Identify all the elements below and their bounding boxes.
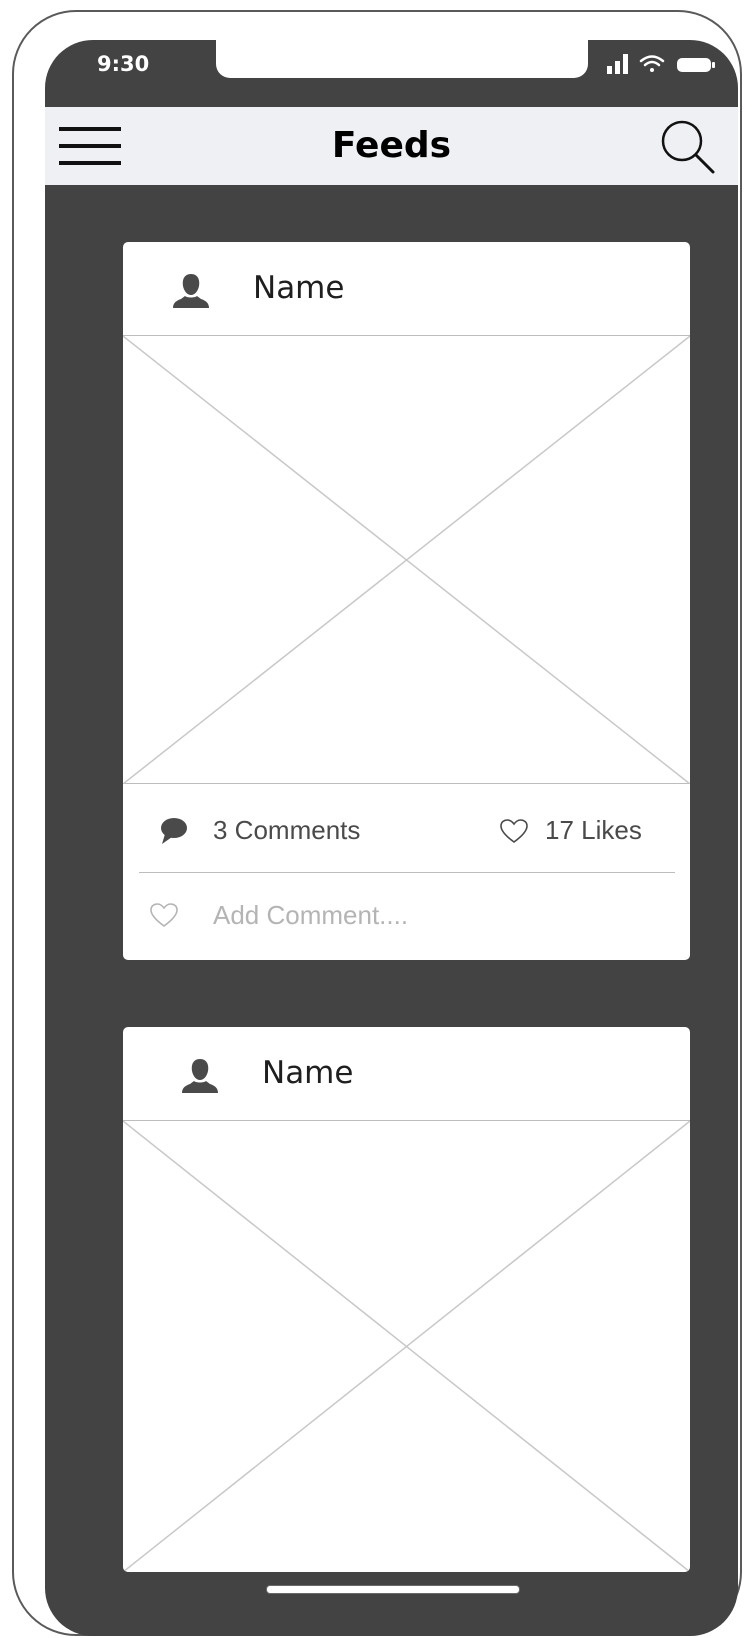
user-icon[interactable]: [171, 272, 211, 312]
status-time: 9:30: [97, 52, 150, 76]
comments-count-link[interactable]: 3 Comments: [213, 813, 360, 847]
status-icons: [605, 52, 725, 76]
post-stats-row: 3 Comments 17 Likes: [139, 785, 675, 873]
status-icons-svg: [607, 54, 715, 74]
search-icon[interactable]: [660, 119, 716, 175]
post-card: Name 3 Comments 17 Likes Add Comment....: [123, 242, 690, 960]
post-author-name[interactable]: Name: [253, 268, 344, 308]
add-comment-row: [123, 873, 690, 960]
menu-icon[interactable]: [59, 125, 123, 167]
post-image-placeholder[interactable]: [123, 335, 690, 785]
comment-icon[interactable]: [159, 817, 189, 845]
signal-icon: [607, 54, 628, 74]
heart-icon[interactable]: [499, 818, 529, 844]
heart-icon[interactable]: [149, 902, 179, 928]
likes-count-link[interactable]: 17 Likes: [545, 813, 642, 847]
battery-icon: [677, 58, 715, 72]
post-header: Name: [123, 1027, 690, 1121]
post-author-name[interactable]: Name: [262, 1053, 353, 1093]
phone-screen: 9:30 Feeds Name 3 Comments 17 Likes Add …: [45, 40, 738, 1636]
wifi-icon: [639, 55, 665, 72]
user-icon[interactable]: [180, 1057, 220, 1097]
notch: [216, 40, 588, 78]
app-bar: Feeds: [45, 107, 738, 185]
post-image-placeholder[interactable]: [123, 1120, 690, 1572]
post-card: Name: [123, 1027, 690, 1572]
post-header: Name: [123, 242, 690, 336]
home-indicator[interactable]: [266, 1585, 520, 1594]
page-title: Feeds: [331, 125, 452, 166]
phone-frame: 9:30 Feeds Name 3 Comments 17 Likes Add …: [12, 10, 742, 1636]
add-comment-input[interactable]: [213, 895, 653, 935]
